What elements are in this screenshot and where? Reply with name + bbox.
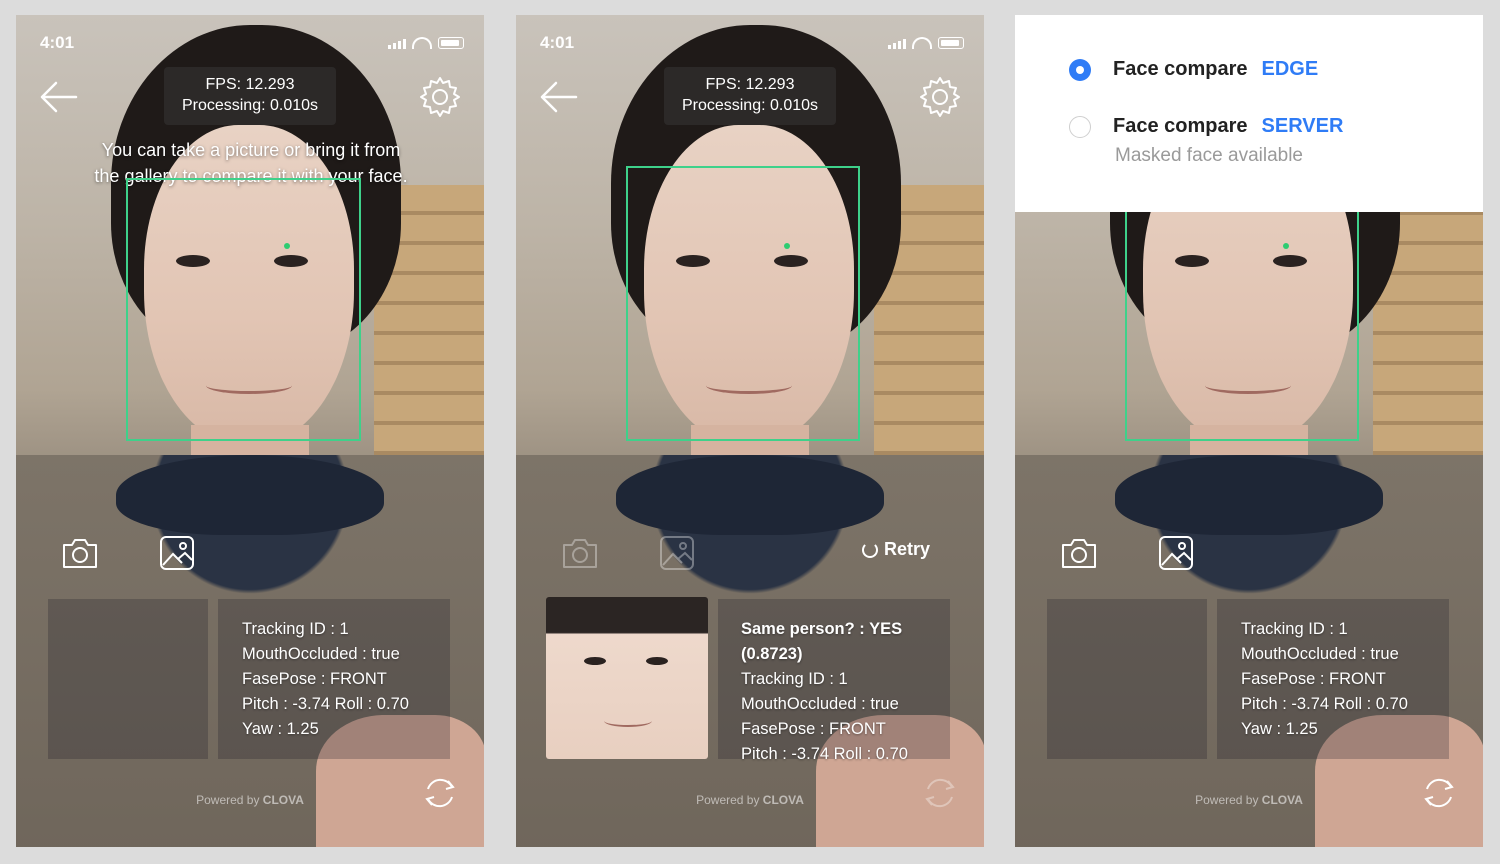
- status-icons: [888, 37, 964, 49]
- status-icons: [388, 37, 464, 49]
- mouth-occluded: MouthOccluded : true: [741, 695, 899, 713]
- face-pose: FasePose : FRONT: [741, 720, 886, 738]
- tracking-id: Tracking ID : 1: [741, 670, 848, 688]
- screen-compare-result: 4:01 FPS: 12.293 Processing: 0.010s Retr…: [516, 15, 984, 847]
- refresh-icon: [862, 541, 878, 558]
- fps-text: FPS: 12.293: [205, 76, 295, 93]
- thumb-eye: [584, 657, 606, 665]
- similarity-score: (0.8723): [741, 645, 803, 663]
- powered-brand: CLOVA: [762, 793, 804, 807]
- wifi-icon: [412, 37, 432, 49]
- powered-by: Powered by CLOVA: [16, 793, 484, 807]
- battery-icon: [938, 37, 964, 49]
- fps-text: FPS: 12.293: [705, 76, 795, 93]
- switch-camera-icon[interactable]: [920, 773, 960, 813]
- switch-camera-icon[interactable]: [1419, 773, 1459, 813]
- compare-photo-thumbnail[interactable]: [546, 597, 708, 759]
- thumb-mouth: [604, 715, 652, 727]
- subject-collar: [616, 455, 884, 535]
- pitch-roll: Pitch : -3.74 Roll : 0.70: [242, 695, 409, 713]
- retry-button[interactable]: Retry: [862, 539, 930, 560]
- gear-icon[interactable]: [918, 75, 962, 119]
- wifi-icon: [912, 37, 932, 49]
- camera-icon[interactable]: [1059, 535, 1099, 571]
- tracking-id: Tracking ID : 1: [1241, 620, 1348, 638]
- fps-overlay: FPS: 12.293 Processing: 0.010s: [664, 67, 836, 125]
- subject-collar: [116, 455, 384, 535]
- battery-icon: [438, 37, 464, 49]
- yaw: Yaw : 1.25: [242, 720, 319, 738]
- pitch-roll: Pitch : -3.74 Roll : 0.70: [741, 745, 908, 763]
- hint-line: You can take a picture or bring it from: [101, 140, 401, 160]
- powered-prefix: Powered by: [696, 793, 763, 807]
- radio-selected-icon[interactable]: [1069, 58, 1091, 81]
- gallery-icon[interactable]: [1157, 535, 1197, 571]
- fps-overlay: FPS: 12.293 Processing: 0.010s: [164, 67, 336, 125]
- subject-collar: [1115, 455, 1383, 535]
- radio-unselected-icon[interactable]: [1069, 115, 1091, 138]
- settings-dropdown: Face compare EDGE Face compare SERVER Ma…: [1015, 15, 1483, 212]
- signal-icon: [388, 39, 406, 49]
- face-detection-box: [626, 166, 860, 441]
- yaw: Yaw : 1.25: [1241, 720, 1318, 738]
- pitch-roll: Pitch : -3.74 Roll : 0.70: [1241, 695, 1408, 713]
- face-pose: FasePose : FRONT: [242, 670, 387, 688]
- switch-camera-icon[interactable]: [420, 773, 460, 813]
- option-label: Face compare: [1113, 58, 1248, 80]
- camera-icon[interactable]: [60, 535, 100, 571]
- option-edge[interactable]: Face compare EDGE: [1069, 58, 1318, 81]
- gallery-icon[interactable]: [658, 535, 698, 571]
- tracking-id: Tracking ID : 1: [242, 620, 349, 638]
- processing-text: Processing: 0.010s: [181, 97, 319, 114]
- face-info-text: Tracking ID : 1 MouthOccluded : true Fas…: [242, 617, 409, 742]
- option-tag: SERVER: [1261, 115, 1344, 137]
- info-panel-left: [1047, 599, 1207, 759]
- status-time: 4:01: [540, 33, 575, 52]
- powered-prefix: Powered by: [1195, 793, 1262, 807]
- option-server[interactable]: Face compare SERVER: [1069, 115, 1343, 138]
- powered-by: Powered by CLOVA: [1015, 793, 1483, 807]
- powered-prefix: Powered by: [196, 793, 263, 807]
- face-info-text: Tracking ID : 1 MouthOccluded : true Fas…: [1241, 617, 1408, 742]
- compare-result-text: Same person? : YES (0.8723) Tracking ID …: [741, 617, 908, 767]
- option-label: Face compare: [1113, 115, 1248, 137]
- signal-icon: [888, 39, 906, 49]
- camera-icon[interactable]: [560, 535, 600, 571]
- mouth-occluded: MouthOccluded : true: [242, 645, 400, 663]
- same-person-result: Same person? : YES: [741, 620, 903, 638]
- powered-brand: CLOVA: [1261, 793, 1303, 807]
- gallery-icon[interactable]: [158, 535, 198, 571]
- gear-icon[interactable]: [418, 75, 462, 119]
- option-tag: EDGE: [1261, 58, 1319, 80]
- thumb-eye: [646, 657, 668, 665]
- face-pose: FasePose : FRONT: [1241, 670, 1386, 688]
- retry-label: Retry: [884, 539, 931, 559]
- mouth-occluded: MouthOccluded : true: [1241, 645, 1399, 663]
- option-subtitle: Masked face available: [1115, 145, 1303, 166]
- back-arrow-icon[interactable]: [536, 77, 582, 117]
- powered-by: Powered by CLOVA: [516, 793, 984, 807]
- back-arrow-icon[interactable]: [36, 77, 82, 117]
- screen-settings-menu: Face compare EDGE Face compare SERVER Ma…: [1015, 15, 1483, 847]
- status-time: 4:01: [40, 33, 75, 52]
- info-panel-left: [48, 599, 208, 759]
- processing-text: Processing: 0.010s: [681, 97, 819, 114]
- screen-capture-mode: 4:01 FPS: 12.293 Processing: 0.010s You …: [16, 15, 484, 847]
- powered-brand: CLOVA: [262, 793, 304, 807]
- face-detection-box: [126, 178, 361, 441]
